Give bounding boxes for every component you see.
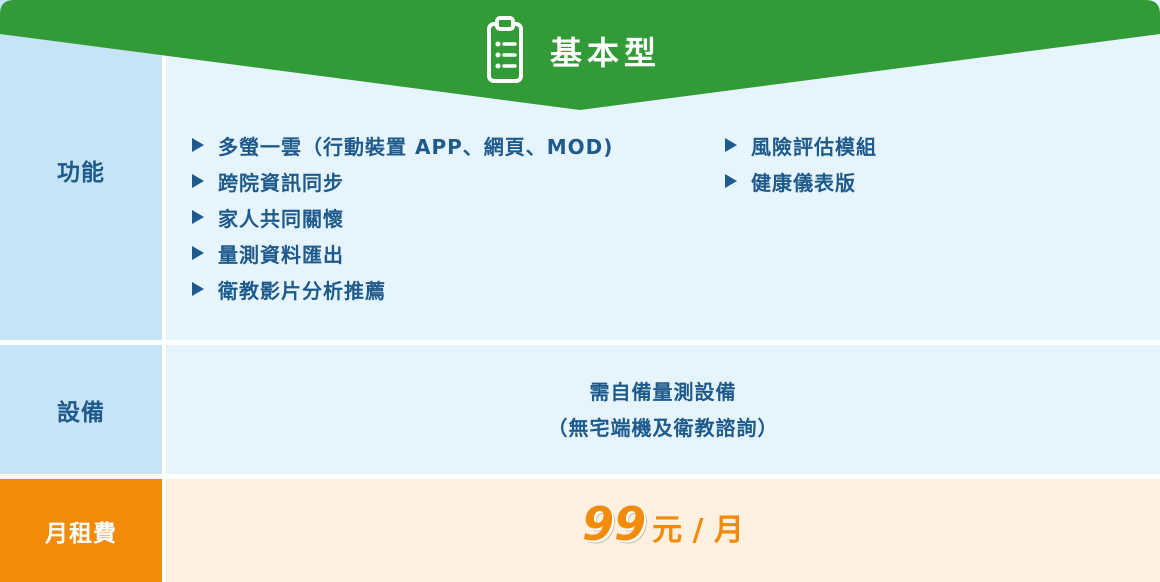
monthly-price: 99 元 / 月 xyxy=(166,497,1160,551)
triangle-bullet-icon xyxy=(192,282,204,296)
list-item: 多螢一雲（行動裝置 APP、網頁、MOD) xyxy=(192,127,613,163)
feature-list-left: 多螢一雲（行動裝置 APP、網頁、MOD) 跨院資訊同步 家人共同關懷 量測資料… xyxy=(192,127,613,307)
triangle-bullet-icon xyxy=(192,138,204,152)
triangle-bullet-icon xyxy=(725,138,737,152)
feature-item: 家人共同關懷 xyxy=(218,206,344,231)
feature-item: 風險評估模組 xyxy=(751,134,877,159)
plan-title: 基本型 xyxy=(550,34,662,72)
triangle-bullet-icon xyxy=(192,246,204,260)
list-item: 衛教影片分析推薦 xyxy=(192,271,613,307)
price-value: 99 xyxy=(582,497,647,551)
feature-item: 量測資料匯出 xyxy=(218,242,344,267)
price-unit: 元 / 月 xyxy=(652,513,744,548)
list-item: 健康儀表版 xyxy=(725,163,877,199)
features-label: 功能 xyxy=(57,160,105,186)
feature-list-right: 風險評估模組 健康儀表版 xyxy=(725,127,877,199)
device-label: 設備 xyxy=(57,399,105,426)
list-item: 風險評估模組 xyxy=(725,127,877,163)
price-label-cell: 月租費 xyxy=(0,479,162,582)
triangle-bullet-icon xyxy=(192,210,204,224)
triangle-bullet-icon xyxy=(192,174,204,188)
price-label: 月租費 xyxy=(45,520,117,547)
list-item: 跨院資訊同步 xyxy=(192,163,613,199)
feature-item: 衛教影片分析推薦 xyxy=(218,278,386,303)
triangle-bullet-icon xyxy=(725,174,737,188)
clipboard-list-icon xyxy=(487,16,523,83)
list-item: 家人共同關懷 xyxy=(192,199,613,235)
feature-item: 多螢一雲（行動裝置 APP、網頁、MOD) xyxy=(218,134,614,159)
feature-item: 跨院資訊同步 xyxy=(218,170,344,195)
device-requirement: 需自備量測設備 xyxy=(589,380,737,404)
feature-item: 健康儀表版 xyxy=(751,170,856,195)
device-content-cell xyxy=(166,345,1160,474)
device-note: （無宅端機及衛教諮詢） xyxy=(547,416,779,440)
list-item: 量測資料匯出 xyxy=(192,235,613,271)
device-label-cell: 設備 xyxy=(0,345,162,474)
